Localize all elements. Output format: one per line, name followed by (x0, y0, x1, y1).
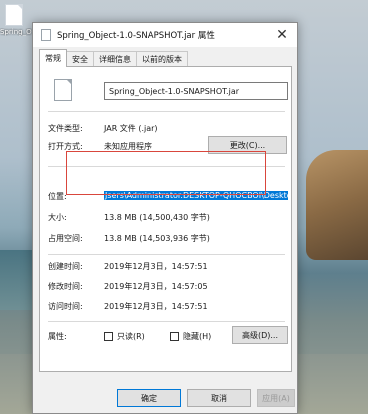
tab-general[interactable]: 常规 (39, 49, 67, 67)
created-label: 创建时间: (48, 262, 83, 271)
file-icon (41, 29, 51, 41)
modified-value: 2019年12月3日，14:57:05 (104, 282, 208, 291)
size-on-disk-value: 13.8 MB (14,503,936 字节) (104, 234, 210, 243)
divider (48, 321, 285, 322)
hidden-label[interactable]: 隐藏(H) (183, 331, 211, 342)
readonly-checkbox[interactable] (104, 332, 113, 341)
tab-details[interactable]: 详细信息 (93, 51, 137, 67)
wallpaper-rock (306, 150, 368, 260)
general-panel: Spring_Object-1.0-SNAPSHOT.jar 文件类型: JAR… (39, 66, 292, 372)
size-value: 13.8 MB (14,500,430 字节) (104, 213, 210, 222)
tab-security[interactable]: 安全 (66, 51, 94, 67)
modified-label: 修改时间: (48, 282, 83, 291)
desktop-file-label[interactable]: Spring_O (0, 28, 32, 36)
window-title: Spring_Object-1.0-SNAPSHOT.jar 属性 (57, 31, 215, 41)
readonly-label[interactable]: 只读(R) (117, 331, 145, 342)
size-label: 大小: (48, 213, 67, 222)
change-button[interactable]: 更改(C)... (208, 136, 287, 154)
tab-previous-versions[interactable]: 以前的版本 (136, 51, 188, 67)
ok-button[interactable]: 确定 (117, 389, 181, 407)
title-bar[interactable]: Spring_Object-1.0-SNAPSHOT.jar 属性 ✕ (33, 23, 297, 47)
divider (48, 166, 285, 167)
apply-button: 应用(A) (257, 389, 295, 407)
hidden-checkbox[interactable] (170, 332, 179, 341)
file-type-value: JAR 文件 (.jar) (104, 124, 158, 133)
accessed-label: 访问时间: (48, 302, 83, 311)
accessed-value: 2019年12月3日，14:57:51 (104, 302, 208, 311)
attributes-label: 属性: (48, 332, 67, 341)
close-button[interactable]: ✕ (267, 23, 297, 47)
advanced-button[interactable]: 高级(D)... (232, 326, 288, 344)
created-value: 2019年12月3日，14:57:51 (104, 262, 208, 271)
properties-dialog: Spring_Object-1.0-SNAPSHOT.jar 属性 ✕ 常规 安… (32, 22, 298, 414)
opens-with-label: 打开方式: (48, 142, 83, 151)
divider (48, 111, 285, 112)
cancel-button[interactable]: 取消 (187, 389, 251, 407)
location-value[interactable]: Jsers\Administrator.DESKTOP-QHOCBOI\Desk… (104, 190, 288, 200)
file-type-label: 文件类型: (48, 124, 83, 133)
file-icon (54, 79, 72, 101)
location-label: 位置: (48, 192, 67, 201)
desktop-file-icon[interactable] (5, 4, 23, 26)
size-on-disk-label: 占用空间: (48, 234, 83, 243)
file-name-field[interactable]: Spring_Object-1.0-SNAPSHOT.jar (104, 82, 288, 100)
opens-with-value: 未知应用程序 (104, 142, 152, 151)
tab-strip: 常规 安全 详细信息 以前的版本 (39, 49, 188, 67)
divider (48, 254, 285, 255)
location-field[interactable]: Jsers\Administrator.DESKTOP-QHOCBOI\Desk… (104, 188, 288, 202)
